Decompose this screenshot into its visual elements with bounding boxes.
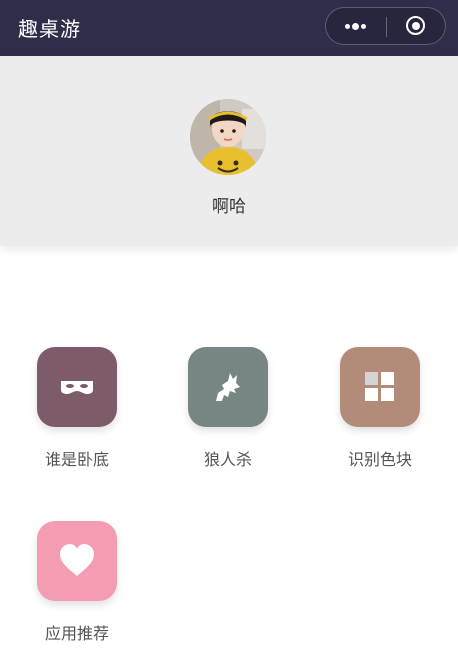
game-label: 识别色块 (347, 450, 412, 469)
app-title: 趣桌游 (18, 17, 81, 41)
heart-icon (37, 521, 117, 601)
game-label: 狼人杀 (203, 450, 252, 469)
username: 啊哈 (212, 197, 246, 217)
game-tile-werewolf[interactable]: 狼人杀 (168, 347, 288, 487)
avatar[interactable] (190, 99, 266, 175)
game-label: 谁是卧底 (44, 450, 109, 469)
game-tile-color-blocks[interactable]: 识别色块 (320, 347, 440, 487)
mask-icon (37, 347, 117, 427)
record-circle-icon[interactable] (387, 8, 445, 44)
profile-panel: 啊哈 (0, 56, 458, 246)
game-tile-undercover[interactable]: 谁是卧底 (17, 347, 137, 487)
game-tile-app-recommend[interactable]: 应用推荐 (17, 521, 137, 661)
more-dots-icon[interactable] (326, 8, 386, 44)
wolf-icon (188, 347, 268, 427)
color-blocks-icon (340, 347, 420, 427)
capsule-menu (325, 7, 446, 45)
navigation-bar: 趣桌游 (0, 0, 458, 56)
game-label: 应用推荐 (44, 624, 109, 643)
